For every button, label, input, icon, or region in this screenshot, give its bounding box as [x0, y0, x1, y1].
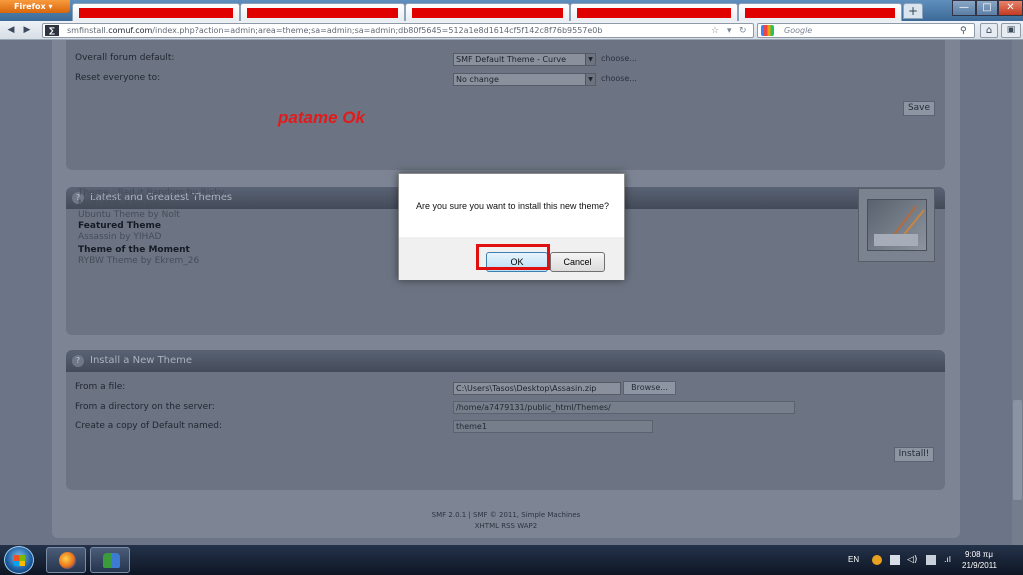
paintbrush-icon [867, 199, 927, 251]
install-theme-title: Install a New Theme [90, 355, 193, 366]
tray-device-icon[interactable] [926, 555, 936, 565]
tray-app-icon[interactable] [872, 555, 882, 565]
from-directory-input[interactable]: /home/a7479131/public_html/Themes/ [453, 401, 795, 414]
theme-preview-image [858, 188, 935, 262]
reset-everyone-label: Reset everyone to: [75, 73, 161, 83]
from-directory-label: From a directory on the server: [75, 402, 215, 412]
search-bar[interactable]: Google ⚲ [757, 23, 975, 38]
overall-default-label: Overall forum default: [75, 53, 175, 63]
redacted-tab-title [412, 8, 563, 18]
maximize-button[interactable]: □ [976, 0, 998, 16]
ok-highlight-box [476, 244, 550, 270]
forward-arrow-icon[interactable]: ▶ [20, 24, 34, 37]
minimize-button[interactable]: — [952, 0, 976, 16]
home-icon[interactable]: ⌂ [980, 23, 998, 38]
redacted-tab-title [577, 8, 731, 18]
install-theme-box: From a file: C:\Users\Tasos\Desktop\Assa… [66, 372, 945, 490]
browser-titlebar: Firefox ▾ + — □ ✕ [0, 0, 1023, 21]
copy-default-input[interactable]: theme1 [453, 420, 653, 433]
signal-strength-icon[interactable]: .ıl [944, 555, 954, 565]
browser-tab[interactable] [405, 3, 570, 21]
firefox-icon [59, 552, 76, 569]
theme-list-item[interactable]: Ubuntu Theme by Nolt [78, 210, 226, 221]
taskbar-messenger[interactable] [90, 547, 130, 573]
copy-default-label: Create a copy of Default named: [75, 421, 223, 431]
reset-everyone-select[interactable]: No change ▼ [453, 73, 596, 86]
latest-themes-list: Theme : Red it Random by Ricky. Multi Mi… [78, 188, 226, 267]
taskbar-firefox[interactable] [46, 547, 86, 573]
theme-of-moment-heading: Theme of the Moment [78, 245, 190, 255]
content-wrapper: Overall forum default: SMF Default Theme… [52, 40, 960, 538]
google-engine-icon[interactable] [761, 25, 774, 36]
from-file-input[interactable]: C:\Users\Tasos\Desktop\Assasin.zip [453, 382, 621, 395]
close-window-button[interactable]: ✕ [998, 0, 1023, 16]
from-file-label: From a file: [75, 382, 126, 392]
browse-button[interactable]: Browse... [623, 381, 676, 395]
windows-taskbar: EN ◁) .ıl 9:08 πμ 21/9/2011 [0, 545, 1023, 575]
action-center-icon[interactable] [890, 555, 900, 565]
reload-icon[interactable]: ↻ [739, 25, 747, 37]
choose-link[interactable]: choose... [601, 74, 637, 83]
install-theme-header: ? Install a New Theme [66, 350, 945, 372]
language-indicator[interactable]: EN [848, 555, 859, 564]
start-button[interactable] [4, 546, 34, 574]
url-text: smfinstall.comuf.com/index.php?action=ad… [67, 26, 603, 35]
web-page: Overall forum default: SMF Default Theme… [0, 40, 1012, 545]
theme-settings-box: Overall forum default: SMF Default Theme… [66, 40, 945, 170]
overall-default-select[interactable]: SMF Default Theme - Curve ▼ [453, 53, 596, 66]
new-tab-button[interactable]: + [903, 3, 923, 19]
volume-icon[interactable]: ◁) [907, 555, 917, 565]
chevron-down-icon: ▼ [585, 74, 595, 85]
bookmark-star-icon[interactable]: ☆ [711, 25, 719, 37]
navigation-bar: ◀ ▶ ∑ smfinstall.comuf.com/index.php?act… [0, 21, 1023, 40]
theme-list-item[interactable]: Multi Milk 2 by Gary [78, 199, 226, 210]
featured-theme-heading: Featured Theme [78, 221, 161, 231]
page-scrollbar[interactable] [1012, 40, 1023, 545]
search-magnifier-icon[interactable]: ⚲ [960, 25, 967, 37]
clock-date[interactable]: 21/9/2011 [962, 561, 997, 570]
firefox-menu-button[interactable]: Firefox ▾ [0, 0, 70, 13]
featured-theme-link[interactable]: Assassin by YIHAD [78, 232, 226, 243]
browser-tab[interactable] [570, 3, 738, 21]
theme-list-item[interactable]: Theme : Red it Random by Ricky. [78, 188, 226, 199]
history-dropdown-icon[interactable]: ▾ [727, 25, 732, 37]
redacted-tab-title [745, 8, 895, 18]
redacted-tab-title [247, 8, 398, 18]
annotation-text: patame Ok [278, 108, 365, 127]
site-favicon-icon: ∑ [45, 25, 59, 36]
cancel-button[interactable]: Cancel [550, 252, 605, 272]
search-placeholder: Google [784, 26, 813, 35]
browser-tab[interactable] [72, 3, 240, 21]
theme-of-moment-link[interactable]: RYBW Theme by Ekrem_26 [78, 256, 226, 267]
help-icon[interactable]: ? [72, 355, 84, 367]
scrollbar-thumb[interactable] [1013, 400, 1022, 500]
dialog-message: Are you sure you want to install this ne… [415, 201, 610, 211]
chevron-down-icon: ▼ [585, 54, 595, 65]
choose-link[interactable]: choose... [601, 54, 637, 63]
footer-copyright: SMF 2.0.1 | SMF © 2011, Simple Machines [431, 511, 581, 519]
address-bar[interactable]: ∑ smfinstall.comuf.com/index.php?action=… [42, 23, 754, 38]
footer-links[interactable]: XHTML RSS WAP2 [0, 521, 1012, 532]
messenger-icon [103, 553, 120, 568]
install-button[interactable]: Install! [894, 447, 934, 462]
bookmarks-menu-icon[interactable]: ▣ [1001, 23, 1021, 38]
clock-time[interactable]: 9:08 πμ [965, 550, 993, 559]
redacted-tab-title [79, 8, 233, 18]
save-button[interactable]: Save [903, 101, 935, 116]
back-arrow-icon[interactable]: ◀ [4, 24, 18, 37]
browser-tab[interactable] [240, 3, 405, 21]
browser-tab[interactable] [738, 3, 902, 21]
